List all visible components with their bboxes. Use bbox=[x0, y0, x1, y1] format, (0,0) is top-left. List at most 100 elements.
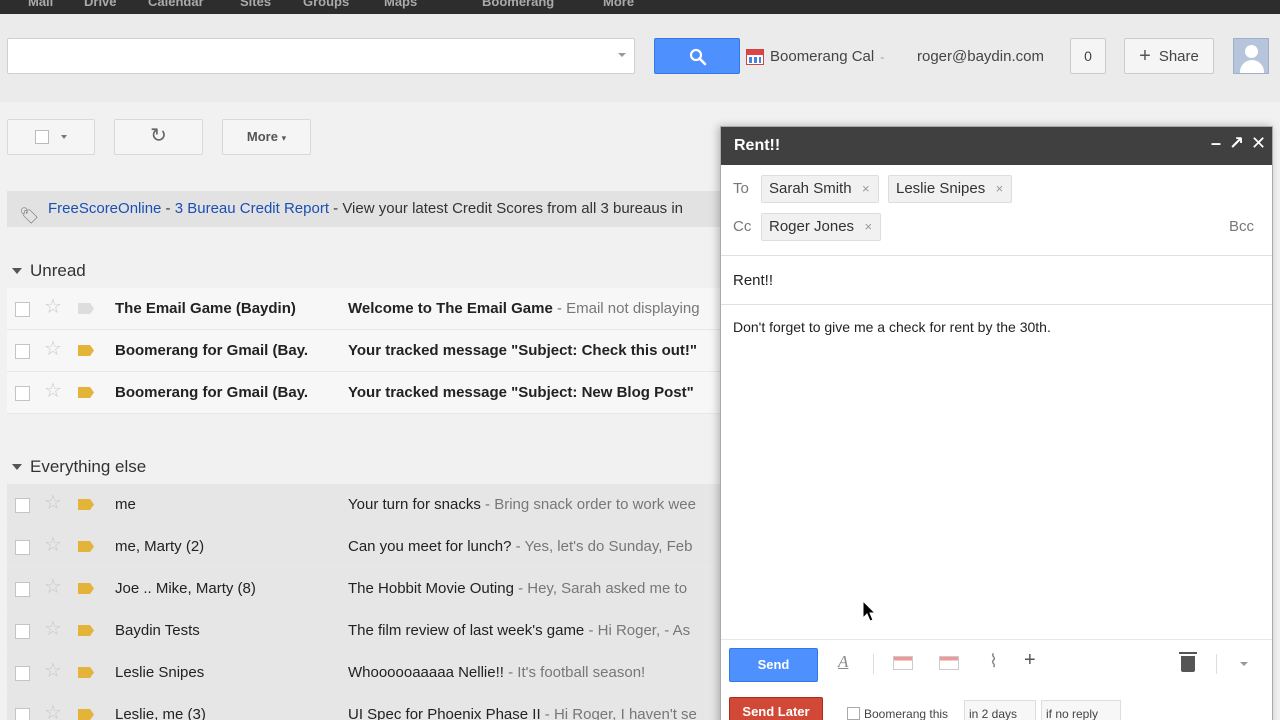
search-button[interactable] bbox=[654, 38, 740, 74]
nav-drive[interactable]: Drive bbox=[84, 0, 117, 9]
email-row[interactable]: ☆ Joe .. Mike, Marty (8) The Hobbit Movi… bbox=[7, 568, 720, 610]
importance-marker-icon[interactable] bbox=[78, 345, 94, 356]
importance-marker-icon[interactable] bbox=[78, 667, 94, 678]
section-everything-else[interactable]: Everything else bbox=[12, 457, 146, 477]
avatar[interactable] bbox=[1233, 38, 1269, 74]
star-icon[interactable]: ☆ bbox=[44, 703, 62, 720]
close-icon[interactable]: ✕ bbox=[1251, 133, 1266, 154]
user-email[interactable]: roger@baydin.com bbox=[917, 48, 1044, 65]
email-subject: Whoooooaaaaa Nellie!! - It's football se… bbox=[348, 664, 646, 681]
cc-field[interactable]: Cc Roger Jones × Bcc bbox=[721, 208, 1272, 246]
send-later-button[interactable]: Send Later bbox=[729, 697, 823, 720]
importance-marker-icon[interactable] bbox=[78, 303, 94, 314]
collapse-triangle-icon[interactable] bbox=[12, 268, 22, 274]
email-subject: Your turn for snacks - Bring snack order… bbox=[348, 496, 696, 513]
message-body[interactable]: Don't forget to give me a check for rent… bbox=[733, 319, 1051, 335]
email-sender: Leslie, me (3) bbox=[115, 706, 206, 720]
to-label: To bbox=[733, 180, 749, 197]
importance-marker-icon[interactable] bbox=[78, 583, 94, 594]
refresh-icon: ↻ bbox=[150, 125, 167, 147]
section-unread[interactable]: Unread bbox=[12, 261, 86, 281]
compose-title-bar[interactable]: Rent!! – ↗ ✕ bbox=[721, 127, 1272, 165]
nav-sites[interactable]: Sites bbox=[240, 0, 271, 9]
section-label: Everything else bbox=[30, 457, 147, 476]
row-checkbox[interactable] bbox=[15, 540, 30, 555]
row-checkbox[interactable] bbox=[15, 302, 30, 317]
boomerang-when-select[interactable]: in 2 days bbox=[964, 700, 1036, 720]
search-options-chevron-icon[interactable] bbox=[618, 53, 626, 57]
boomerang-cal-label: Boomerang Cal bbox=[770, 48, 875, 65]
star-icon[interactable]: ☆ bbox=[44, 577, 62, 597]
email-row[interactable]: ☆ Boomerang for Gmail (Bay. Your tracked… bbox=[7, 330, 720, 372]
more-button[interactable]: More ▾ bbox=[222, 119, 311, 155]
row-checkbox[interactable] bbox=[15, 386, 30, 401]
nav-maps[interactable]: Maps bbox=[384, 0, 417, 9]
ad-text: - View your latest Credit Scores from al… bbox=[328, 200, 684, 217]
star-icon[interactable]: ☆ bbox=[44, 535, 62, 555]
chevron-down-icon[interactable] bbox=[1240, 662, 1248, 666]
row-checkbox[interactable] bbox=[15, 624, 30, 639]
email-row[interactable]: ☆ Leslie, me (3) UI Spec for Phoenix Pha… bbox=[7, 694, 720, 720]
recipient-chip[interactable]: Roger Jones × bbox=[761, 213, 882, 241]
remove-icon[interactable]: × bbox=[996, 176, 1004, 202]
row-checkbox[interactable] bbox=[15, 666, 30, 681]
importance-marker-icon[interactable] bbox=[78, 499, 94, 510]
email-sender: Leslie Snipes bbox=[115, 664, 205, 681]
collapse-triangle-icon[interactable] bbox=[12, 464, 22, 470]
ad-sponsor-link[interactable]: FreeScoreOnline bbox=[48, 200, 161, 217]
row-checkbox[interactable] bbox=[15, 344, 30, 359]
row-checkbox[interactable] bbox=[15, 498, 30, 513]
star-icon[interactable]: ☆ bbox=[44, 619, 62, 639]
nav-groups[interactable]: Groups bbox=[303, 0, 349, 9]
nav-calendar[interactable]: Calendar bbox=[148, 0, 204, 9]
importance-marker-icon[interactable] bbox=[78, 387, 94, 398]
email-row[interactable]: ☆ Boomerang for Gmail (Bay. Your tracked… bbox=[7, 372, 720, 414]
row-checkbox[interactable] bbox=[15, 582, 30, 597]
search-input[interactable] bbox=[7, 38, 635, 74]
notification-count[interactable]: 0 bbox=[1070, 38, 1106, 74]
importance-marker-icon[interactable] bbox=[78, 625, 94, 636]
bcc-link[interactable]: Bcc bbox=[1229, 218, 1254, 235]
formatting-icon[interactable]: A bbox=[838, 652, 848, 672]
star-icon[interactable]: ☆ bbox=[44, 297, 62, 317]
subject-field[interactable]: Rent!! bbox=[721, 255, 1272, 305]
popout-icon[interactable]: ↗ bbox=[1229, 133, 1244, 154]
ad-title-link[interactable]: 3 Bureau Credit Report bbox=[175, 200, 329, 217]
boomerang-condition-select[interactable]: if no reply bbox=[1041, 700, 1121, 720]
importance-marker-icon[interactable] bbox=[78, 541, 94, 552]
row-checkbox[interactable] bbox=[15, 708, 30, 720]
nav-mail[interactable]: Mail bbox=[28, 0, 53, 9]
email-row[interactable]: ☆ Baydin Tests The film review of last w… bbox=[7, 610, 720, 652]
email-subject: UI Spec for Phoenix Phase II - Hi Roger,… bbox=[348, 706, 697, 720]
select-all-button[interactable] bbox=[7, 119, 95, 155]
boomerang-this-checkbox[interactable] bbox=[847, 707, 860, 720]
share-button[interactable]: + Share bbox=[1124, 38, 1214, 74]
recipient-chip[interactable]: Sarah Smith × bbox=[761, 175, 879, 203]
star-icon[interactable]: ☆ bbox=[44, 493, 62, 513]
star-icon[interactable]: ☆ bbox=[44, 661, 62, 681]
trash-icon[interactable] bbox=[1179, 652, 1197, 672]
email-row[interactable]: ☆ Leslie Snipes Whoooooaaaaa Nellie!! - … bbox=[7, 652, 720, 694]
nav-more[interactable]: More bbox=[603, 0, 634, 9]
schedule-icon[interactable] bbox=[939, 656, 959, 670]
remove-icon[interactable]: × bbox=[864, 214, 872, 240]
minimize-icon[interactable]: – bbox=[1211, 133, 1221, 154]
nav-boomerang[interactable]: Boomerang bbox=[482, 0, 554, 9]
recipient-chip[interactable]: Leslie Snipes × bbox=[888, 175, 1013, 203]
email-row[interactable]: ☆ me Your turn for snacks - Bring snack … bbox=[7, 484, 720, 526]
calendar-icon[interactable] bbox=[893, 656, 913, 670]
plus-icon[interactable]: + bbox=[1024, 649, 1036, 672]
boomerang-calendar-link[interactable]: Boomerang Cal - bbox=[746, 48, 884, 65]
star-icon[interactable]: ☆ bbox=[44, 339, 62, 359]
email-sender: Joe .. Mike, Marty (8) bbox=[115, 580, 256, 597]
email-row[interactable]: ☆ me, Marty (2) Can you meet for lunch? … bbox=[7, 526, 720, 568]
star-icon[interactable]: ☆ bbox=[44, 381, 62, 401]
importance-marker-icon[interactable] bbox=[78, 709, 94, 720]
email-row[interactable]: ☆ The Email Game (Baydin) Welcome to The… bbox=[7, 288, 720, 330]
remove-icon[interactable]: × bbox=[862, 176, 870, 202]
attach-icon[interactable]: ⌇ bbox=[989, 651, 998, 672]
to-field[interactable]: To Sarah Smith × Leslie Snipes × bbox=[721, 170, 1272, 208]
send-button[interactable]: Send bbox=[729, 648, 818, 682]
sponsored-ad[interactable]: 🏷 FreeScoreOnline - 3 Bureau Credit Repo… bbox=[7, 191, 720, 227]
refresh-button[interactable]: ↻ bbox=[114, 119, 203, 155]
